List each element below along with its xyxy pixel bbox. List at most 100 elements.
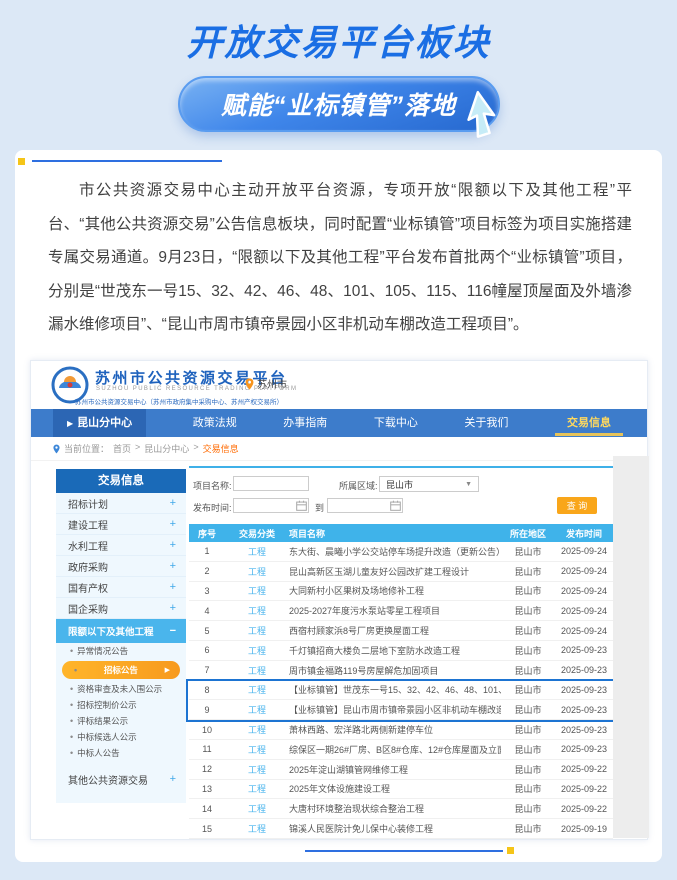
category-link[interactable]: 工程 — [225, 624, 289, 637]
bullet-icon: • — [70, 732, 73, 742]
table-row[interactable]: 13工程2025年文体设施建设工程昆山市2025-09-22 — [189, 780, 613, 800]
sidebar-subitem[interactable]: •招标公告▶ — [62, 661, 180, 679]
table-row[interactable]: 15工程锦溪人民医院计免儿保中心装修工程昆山市2025-09-19 — [189, 819, 613, 839]
category-link[interactable]: 工程 — [225, 604, 289, 617]
table-row[interactable]: 14工程大唐村环境整治现状综合整治工程昆山市2025-09-22 — [189, 799, 613, 819]
table-header: 序号交易分类项目名称所在地区发布时间 — [189, 524, 613, 542]
sidebar-subitem[interactable]: •中标候选人公示 — [56, 729, 186, 745]
row-region: 昆山市 — [501, 624, 555, 637]
row-date: 2025-09-22 — [555, 764, 613, 774]
search-button[interactable]: 查 询 — [557, 497, 597, 514]
category-link[interactable]: 工程 — [225, 664, 289, 677]
nav-item-交易信息[interactable]: 交易信息 — [555, 411, 623, 436]
project-name[interactable]: 大同新村小区果树及场地修补工程 — [289, 584, 501, 597]
row-region: 昆山市 — [501, 822, 555, 835]
sidebar-item-label: 水利工程 — [68, 538, 108, 553]
sidebar-item[interactable]: 招标计划+ — [56, 493, 186, 514]
row-number: 14 — [189, 804, 225, 814]
category-link[interactable]: 工程 — [225, 782, 289, 795]
site-location[interactable]: 苏州市 — [245, 376, 287, 391]
nav-item-关于我们[interactable]: 关于我们 — [464, 409, 508, 437]
project-name[interactable]: 【业标镇管】世茂东一号15、32、42、46、48、101、105、115、11… — [289, 683, 501, 696]
project-name-input[interactable] — [233, 476, 309, 491]
project-name[interactable]: 锦溪人民医院计免儿保中心装修工程 — [289, 822, 501, 835]
category-link[interactable]: 工程 — [225, 703, 289, 716]
table-row[interactable]: 2工程昆山高新区玉湖儿童友好公园改扩建工程设计昆山市2025-09-24 — [189, 562, 613, 582]
table-row[interactable]: 11工程综保区一期26#厂房、B区8#仓库、12#仓库屋面及立面维修工程昆山市2… — [189, 740, 613, 760]
row-region: 昆山市 — [501, 584, 555, 597]
article-card: 市公共资源交易中心主动开放平台资源，专项开放“限额以下及其他工程”平台、“其他公… — [15, 150, 662, 862]
project-name[interactable]: 萧林西路、宏洋路北两侧新建停车位 — [289, 723, 501, 736]
plus-icon: + — [170, 497, 176, 509]
category-link[interactable]: 工程 — [225, 802, 289, 815]
publish-date-label: 发布时间: — [193, 501, 232, 514]
project-name[interactable]: 【业标镇管】昆山市周市镇帝景园小区非机动车棚改造工程 — [289, 703, 501, 716]
project-name[interactable]: 2025-2027年度污水泵站零星工程项目 — [289, 604, 501, 617]
row-number: 13 — [189, 784, 225, 794]
table-row[interactable]: 9工程【业标镇管】昆山市周市镇帝景园小区非机动车棚改造工程昆山市2025-09-… — [189, 700, 613, 720]
category-link[interactable]: 工程 — [225, 822, 289, 835]
category-link[interactable]: 工程 — [225, 545, 289, 558]
category-link[interactable]: 工程 — [225, 565, 289, 578]
sidebar-item-label: 国企采购 — [68, 601, 108, 616]
project-name[interactable]: 千灯镇招商大楼负二层地下室防水改造工程 — [289, 644, 501, 657]
nav-item-label: 下载中心 — [374, 417, 418, 429]
sidebar-subitem[interactable]: •中标人公告 — [56, 745, 186, 761]
chevron-down-icon: ▼ — [465, 481, 472, 488]
breadcrumb-separator: > — [193, 442, 198, 455]
table-row[interactable]: 1工程东大街、晨曦小学公交站停车场提升改造（更新公告）昆山市2025-09-24 — [189, 542, 613, 562]
breadcrumb-item[interactable]: 昆山分中心 — [144, 442, 189, 455]
row-region: 昆山市 — [501, 664, 555, 677]
nav-item-昆山分中心[interactable]: ▶昆山分中心 — [53, 409, 146, 437]
sidebar-subitem[interactable]: •资格审查及未入围公示 — [56, 681, 186, 697]
nav-item-政策法规[interactable]: 政策法规 — [193, 409, 237, 437]
project-name[interactable]: 昆山高新区玉湖儿童友好公园改扩建工程设计 — [289, 565, 501, 578]
category-link[interactable]: 工程 — [225, 743, 289, 756]
sidebar-item[interactable]: 限额以下及其他工程− — [56, 619, 186, 643]
nav-item-label: 交易信息 — [567, 417, 611, 429]
row-date: 2025-09-24 — [555, 606, 613, 616]
category-link[interactable]: 工程 — [225, 644, 289, 657]
project-name[interactable]: 大唐村环境整治现状综合整治工程 — [289, 802, 501, 815]
category-link[interactable]: 工程 — [225, 683, 289, 696]
table-row[interactable]: 6工程千灯镇招商大楼负二层地下室防水改造工程昆山市2025-09-23 — [189, 641, 613, 661]
project-name[interactable]: 周市镇金福路119号房屋解危加固项目 — [289, 664, 501, 677]
sidebar-title: 交易信息 — [56, 469, 186, 493]
bullet-icon: • — [70, 700, 73, 710]
sidebar-item[interactable]: 其他公共资源交易+ — [56, 769, 186, 789]
sidebar-subitem[interactable]: •招标控制价公示 — [56, 697, 186, 713]
project-name[interactable]: 2025年文体设施建设工程 — [289, 782, 501, 795]
table-row[interactable]: 7工程周市镇金福路119号房屋解危加固项目昆山市2025-09-23 — [189, 661, 613, 681]
category-link[interactable]: 工程 — [225, 584, 289, 597]
sidebar-item[interactable]: 政府采购+ — [56, 556, 186, 577]
sidebar-item[interactable]: 建设工程+ — [56, 514, 186, 535]
sidebar-subitem[interactable]: •异常情况公告 — [56, 643, 186, 659]
table-row[interactable]: 10工程萧林西路、宏洋路北两侧新建停车位昆山市2025-09-23 — [189, 720, 613, 740]
category-link[interactable]: 工程 — [225, 763, 289, 776]
category-link[interactable]: 工程 — [225, 723, 289, 736]
bullet-icon: • — [70, 716, 73, 726]
breadcrumb-item[interactable]: 交易信息 — [203, 442, 239, 455]
row-region: 昆山市 — [501, 802, 555, 815]
table-row[interactable]: 3工程大同新村小区果树及场地修补工程昆山市2025-09-24 — [189, 582, 613, 602]
row-number: 11 — [189, 744, 225, 754]
project-name[interactable]: 西宿村顾家浜8号厂房更换屋面工程 — [289, 624, 501, 637]
bullet-icon: • — [70, 684, 73, 694]
nav-item-办事指南[interactable]: 办事指南 — [283, 409, 327, 437]
calendar-icon[interactable] — [296, 500, 307, 511]
nav-item-下载中心[interactable]: 下载中心 — [374, 409, 418, 437]
sidebar-item[interactable]: 国企采购+ — [56, 598, 186, 619]
table-row[interactable]: 12工程2025年淀山湖镇管网维修工程昆山市2025-09-22 — [189, 760, 613, 780]
table-row[interactable]: 5工程西宿村顾家浜8号厂房更换屋面工程昆山市2025-09-24 — [189, 621, 613, 641]
project-name[interactable]: 东大街、晨曦小学公交站停车场提升改造（更新公告） — [289, 545, 501, 558]
table-row[interactable]: 8工程【业标镇管】世茂东一号15、32、42、46、48、101、105、115… — [189, 681, 613, 701]
table-row[interactable]: 4工程2025-2027年度污水泵站零星工程项目昆山市2025-09-24 — [189, 601, 613, 621]
calendar-icon[interactable] — [390, 500, 401, 511]
sidebar-item[interactable]: 水利工程+ — [56, 535, 186, 556]
sidebar-subitem[interactable]: •评标结果公示 — [56, 713, 186, 729]
breadcrumb-item[interactable]: 首页 — [113, 442, 131, 455]
project-name[interactable]: 2025年淀山湖镇管网维修工程 — [289, 763, 501, 776]
sidebar-item[interactable]: 国有产权+ — [56, 577, 186, 598]
region-select[interactable]: 昆山市 ▼ — [379, 476, 479, 492]
project-name[interactable]: 综保区一期26#厂房、B区8#仓库、12#仓库屋面及立面维修工程 — [289, 743, 501, 756]
